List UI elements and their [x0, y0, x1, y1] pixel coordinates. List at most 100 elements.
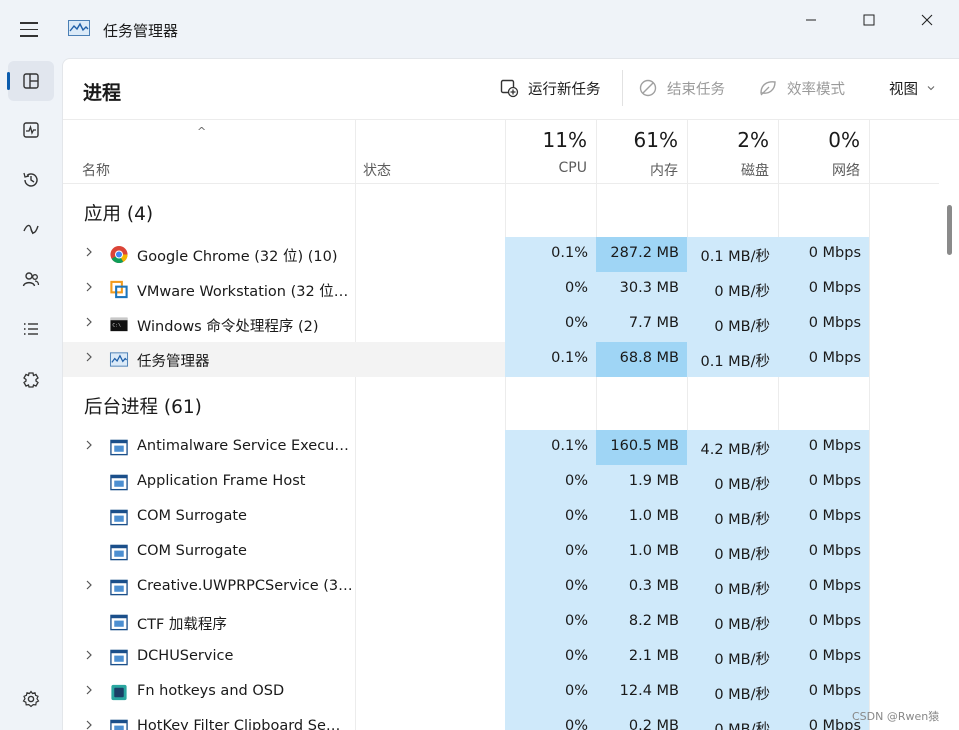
network-label: 网络	[832, 163, 860, 179]
process-name: 任务管理器	[137, 354, 210, 370]
chevron-right-icon[interactable]	[85, 719, 93, 730]
process-row[interactable]: Antimalware Service Execu… 0.1% 160.5 MB 4.…	[63, 430, 939, 465]
chevron-down-icon	[927, 86, 935, 91]
column-header-cpu[interactable]: 11% CPU	[505, 120, 596, 183]
network-value-cell: 0 Mbps	[778, 342, 869, 377]
service-icon	[109, 648, 129, 667]
nav-services[interactable]	[8, 360, 54, 400]
memory-value: 30.3 MB	[619, 280, 679, 296]
chevron-right-icon[interactable]	[85, 316, 93, 331]
process-row[interactable]: HotKey Filter Clipboard Se… 0% 0.2 MB 0 MB/…	[63, 710, 939, 730]
memory-value: 287.2 MB	[610, 245, 679, 261]
chrome-icon	[109, 245, 129, 264]
group-title: 后台进程 (61)	[84, 397, 202, 418]
close-button[interactable]	[904, 6, 950, 34]
network-value-cell: 0 Mbps	[778, 570, 869, 605]
settings-icon	[22, 690, 40, 708]
cpu-value: 0%	[564, 315, 588, 331]
cpu-value-cell: 0%	[505, 640, 596, 675]
run-new-task-button[interactable]: 运行新任务	[499, 76, 601, 100]
column-header-memory[interactable]: 61% 内存	[596, 120, 687, 183]
nav-performance[interactable]	[8, 110, 54, 150]
chevron-right-icon[interactable]	[85, 439, 93, 454]
chevron-right-icon[interactable]	[85, 579, 93, 594]
memory-value: 12.4 MB	[619, 683, 679, 699]
process-row[interactable]: Application Frame Host 0% 1.9 MB 0 MB/秒 0 Mb…	[63, 465, 939, 500]
process-name: Creative.UWPRPCService (3…	[137, 578, 351, 594]
process-row[interactable]: 任务管理器 0.1% 68.8 MB 0.1 MB/秒 0 Mbps	[63, 342, 939, 377]
menu-icon[interactable]	[20, 22, 40, 38]
cpu-value: 0%	[564, 473, 588, 489]
nav-users[interactable]	[8, 259, 54, 299]
nav-processes[interactable]	[7, 61, 54, 101]
cpu-value-cell: 0%	[505, 605, 596, 640]
cpu-value-cell: 0%	[505, 500, 596, 535]
nav-details[interactable]	[8, 309, 54, 349]
cpu-value-cell: 0%	[505, 465, 596, 500]
process-name: Fn hotkeys and OSD	[137, 683, 285, 699]
disk-value-cell: 0 MB/秒	[687, 500, 778, 535]
name-cell: 任务管理器	[63, 342, 355, 377]
process-row[interactable]: COM Surrogate 0% 1.0 MB 0 MB/秒 0 Mbps	[63, 535, 939, 570]
service-icon	[109, 718, 129, 730]
column-header-disk[interactable]: 2% 磁盘	[687, 120, 778, 183]
nav-settings[interactable]	[8, 679, 54, 719]
status-cell	[355, 675, 505, 710]
scrollbar-thumb[interactable]	[947, 205, 952, 255]
processes-panel: 进程 运行新任务 结束任务 效率模式 视图 ^ 名称 状态 11% CPU 61…	[62, 58, 959, 730]
status-cell	[355, 605, 505, 640]
cpu-value: 0%	[564, 578, 588, 594]
minimize-button[interactable]	[788, 6, 834, 34]
nav-startup-apps[interactable]	[8, 209, 54, 249]
status-cell	[355, 342, 505, 377]
memory-value-cell: 287.2 MB	[596, 237, 687, 272]
name-cell: CTF 加载程序	[63, 605, 355, 640]
end-task-label: 结束任务	[667, 81, 725, 98]
memory-value-cell: 1.0 MB	[596, 500, 687, 535]
memory-value-cell: 12.4 MB	[596, 675, 687, 710]
status-cell	[355, 430, 505, 465]
network-value: 0 Mbps	[808, 613, 861, 629]
chevron-right-icon[interactable]	[85, 246, 93, 261]
view-menu-button[interactable]: 视图	[889, 76, 936, 100]
disk-value: 0 MB/秒	[714, 284, 770, 300]
name-cell: C:\ Windows 命令处理程序 (2)	[63, 307, 355, 342]
process-name: Application Frame Host	[137, 473, 306, 489]
group-header-apps[interactable]: 应用 (4)	[63, 184, 939, 237]
cpu-value: 0%	[564, 613, 588, 629]
cpu-value: 0.1%	[551, 350, 588, 366]
name-cell: Creative.UWPRPCService (3…	[63, 570, 355, 605]
maximize-button[interactable]	[846, 6, 892, 34]
process-row[interactable]: C:\ Windows 命令处理程序 (2) 0% 7.7 MB 0 MB/秒 0 Mbp…	[63, 307, 939, 342]
chevron-right-icon[interactable]	[85, 281, 93, 296]
chevron-right-icon[interactable]	[85, 351, 93, 366]
network-value: 0 Mbps	[808, 280, 861, 296]
process-row[interactable]: CTF 加载程序 0% 8.2 MB 0 MB/秒 0 Mbps	[63, 605, 939, 640]
disk-label: 磁盘	[741, 163, 769, 179]
network-value: 0 Mbps	[808, 683, 861, 699]
maximize-icon	[863, 14, 875, 26]
chevron-right-icon[interactable]	[85, 649, 93, 664]
efficiency-mode-button[interactable]: 效率模式	[758, 76, 845, 100]
end-task-button[interactable]: 结束任务	[638, 76, 725, 100]
process-row[interactable]: DCHUService 0% 2.1 MB 0 MB/秒 0 Mbps	[63, 640, 939, 675]
disk-value-cell: 0.1 MB/秒	[687, 237, 778, 272]
process-row[interactable]: COM Surrogate 0% 1.0 MB 0 MB/秒 0 Mbps	[63, 500, 939, 535]
process-row[interactable]: Creative.UWPRPCService (3… 0% 0.3 MB 0 MB/秒…	[63, 570, 939, 605]
nav-app-history[interactable]	[8, 160, 54, 200]
column-header-network[interactable]: 0% 网络	[778, 120, 869, 183]
process-row[interactable]: Fn hotkeys and OSD 0% 12.4 MB 0 MB/秒 0 Mbps	[63, 675, 939, 710]
cpu-total: 11%	[542, 128, 587, 152]
network-value-cell: 0 Mbps	[778, 500, 869, 535]
process-row[interactable]: Google Chrome (32 位) (10) 0.1% 287.2 MB 0.1…	[63, 237, 939, 272]
column-header-status[interactable]: 状态	[363, 160, 391, 180]
scrollbar-track[interactable]	[940, 184, 959, 730]
chevron-right-icon[interactable]	[85, 684, 93, 699]
cpu-value-cell: 0.1%	[505, 342, 596, 377]
cpu-value: 0%	[564, 280, 588, 296]
memory-value: 68.8 MB	[619, 350, 679, 366]
cpu-value-cell: 0.1%	[505, 237, 596, 272]
group-header-background[interactable]: 后台进程 (61)	[63, 377, 939, 430]
process-row[interactable]: VMware Workstation (32 位… 0% 30.3 MB 0 MB/秒…	[63, 272, 939, 307]
column-header-name[interactable]: 名称	[82, 160, 110, 180]
